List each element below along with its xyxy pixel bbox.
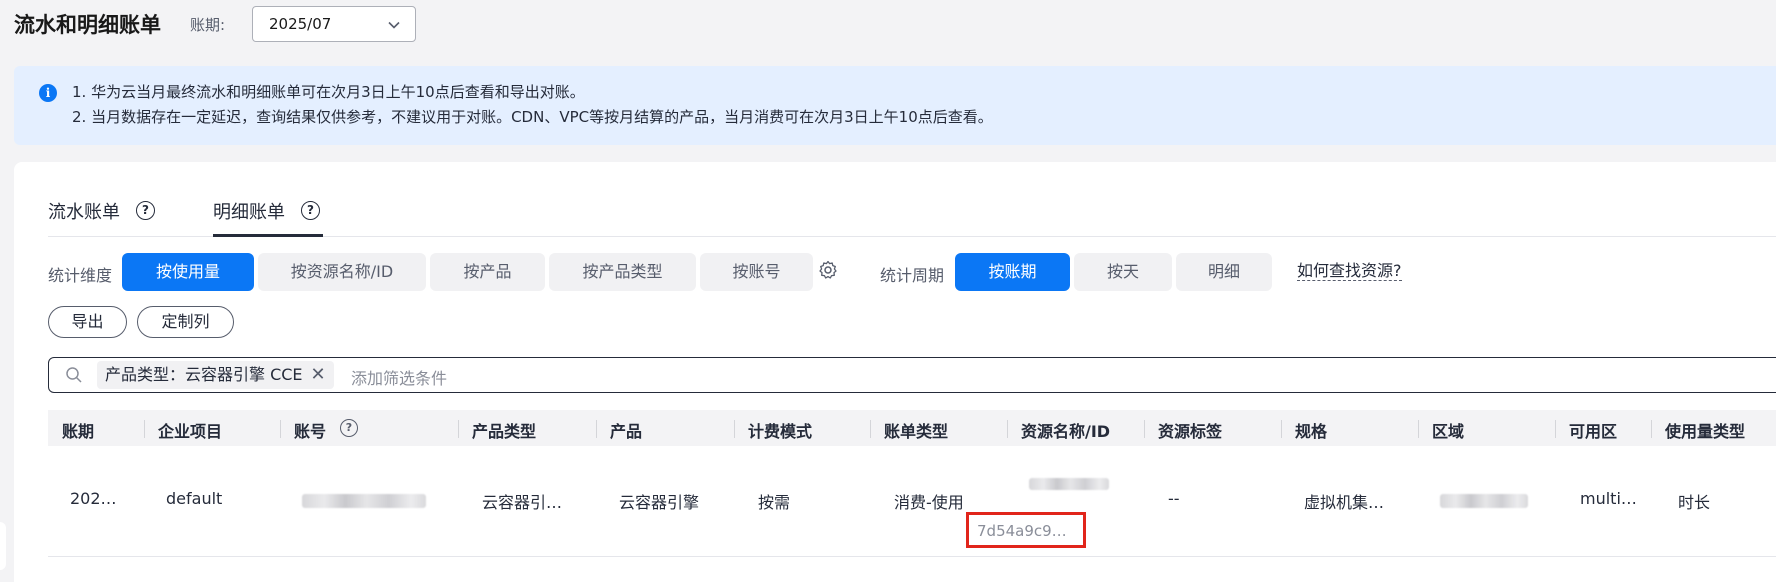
column-divider [1144, 420, 1145, 438]
dimension-option-resource[interactable]: 按资源名称/ID [258, 253, 426, 291]
cell-billing-mode: 按需 [758, 493, 791, 512]
tab-detail-bill[interactable]: 明细账单 [213, 198, 285, 224]
column-header: 资源标签 [1158, 422, 1223, 441]
active-tab-indicator [213, 234, 323, 237]
help-icon[interactable]: ? [340, 419, 358, 437]
column-divider [1651, 420, 1652, 438]
period-option-day[interactable]: 按天 [1074, 253, 1172, 291]
filter-search-bar[interactable]: 产品类型：云容器引擎 CCE ✕ 添加筛选条件 [48, 357, 1776, 393]
column-header: 产品类型 [472, 422, 537, 441]
column-header: 账单类型 [884, 422, 949, 441]
search-icon [65, 366, 83, 388]
cell-enterprise-project: default [166, 489, 223, 508]
info-icon: i [39, 84, 57, 102]
chevron-down-icon [387, 17, 401, 36]
column-header: 规格 [1295, 422, 1328, 441]
column-divider [596, 420, 597, 438]
column-header: 区域 [1432, 422, 1465, 441]
period-select[interactable]: 2025/07 [252, 6, 416, 42]
column-divider [870, 420, 871, 438]
cell-bill-type: 消费-使用 [894, 493, 964, 512]
notice-line-1: 1. 华为云当月最终流水和明细账单可在次月3日上午10点后查看和导出对账。 [72, 83, 585, 101]
column-header: 产品 [610, 422, 643, 441]
table-row[interactable]: 202… default 云容器引… 云容器引擎 按需 消费-使用 -- 虚拟机… [48, 446, 1776, 557]
cell-account-redacted [302, 494, 426, 508]
tab-label: 明细账单 [213, 202, 285, 223]
tab-label: 流水账单 [48, 202, 120, 223]
help-icon[interactable]: ? [301, 201, 320, 220]
column-divider [734, 420, 735, 438]
column-divider [144, 420, 145, 438]
cell-usage-type: 时长 [1678, 493, 1711, 512]
cell-period: 202… [70, 489, 117, 508]
customize-columns-button[interactable]: 定制列 [137, 306, 234, 338]
gear-icon[interactable] [818, 260, 838, 284]
cell-resource-tags: -- [1168, 489, 1180, 508]
column-divider [458, 420, 459, 438]
column-divider [1555, 420, 1556, 438]
cell-product-type: 云容器引… [482, 493, 563, 512]
period-option-billing[interactable]: 按账期 [955, 253, 1070, 291]
cell-resource-name-redacted [1029, 478, 1109, 490]
cell-az: multi… [1580, 489, 1637, 508]
cell-resource-id: 7d54a9c9… [977, 522, 1067, 540]
stat-period-label: 统计周期 [880, 266, 945, 285]
column-header: 账号 [294, 422, 327, 441]
column-divider [1007, 420, 1008, 438]
tab-flow-bill[interactable]: 流水账单 [48, 198, 120, 224]
column-header: 使用量类型 [1665, 422, 1746, 441]
dimension-option-product[interactable]: 按产品 [430, 253, 545, 291]
cell-product: 云容器引擎 [619, 493, 700, 512]
filter-tag-label: 产品类型：云容器引擎 CCE [105, 365, 303, 384]
dimension-option-product-type[interactable]: 按产品类型 [549, 253, 696, 291]
column-header: 企业项目 [158, 422, 223, 441]
period-value: 2025/07 [269, 15, 332, 33]
column-header: 资源名称/ID [1021, 422, 1111, 441]
filter-tag: 产品类型：云容器引擎 CCE ✕ [97, 361, 334, 389]
column-divider [1281, 420, 1282, 438]
period-option-detail[interactable]: 明细 [1176, 253, 1272, 291]
cell-region-redacted [1440, 494, 1528, 508]
table-header: 账期 企业项目 账号 ? 产品类型 产品 计费模式 账单类型 资源名称/ID 资… [48, 410, 1776, 446]
dimension-option-usage[interactable]: 按使用量 [122, 253, 254, 291]
close-icon[interactable]: ✕ [311, 361, 326, 389]
dimension-option-account[interactable]: 按账号 [700, 253, 813, 291]
notice-banner: i 1. 华为云当月最终流水和明细账单可在次月3日上午10点后查看和导出对账。 … [14, 66, 1776, 145]
how-to-find-resource-link[interactable]: 如何查找资源? [1297, 262, 1402, 281]
column-divider [1418, 420, 1419, 438]
column-header: 账期 [62, 422, 95, 441]
help-icon[interactable]: ? [136, 201, 155, 220]
column-header: 计费模式 [748, 422, 813, 441]
export-button[interactable]: 导出 [48, 306, 127, 338]
page-title: 流水和明细账单 [14, 13, 161, 37]
resource-id-highlight[interactable]: 7d54a9c9… [966, 512, 1086, 548]
column-divider [280, 420, 281, 438]
period-label: 账期: [190, 16, 226, 34]
column-header: 可用区 [1569, 422, 1618, 441]
filter-placeholder[interactable]: 添加筛选条件 [351, 365, 447, 389]
side-panel-edge [0, 522, 6, 570]
stat-dimension-label: 统计维度 [48, 266, 113, 285]
cell-spec: 虚拟机集… [1304, 493, 1385, 512]
notice-line-2: 2. 当月数据存在一定延迟，查询结果仅供参考，不建议用于对账。CDN、VPC等按… [72, 108, 993, 126]
